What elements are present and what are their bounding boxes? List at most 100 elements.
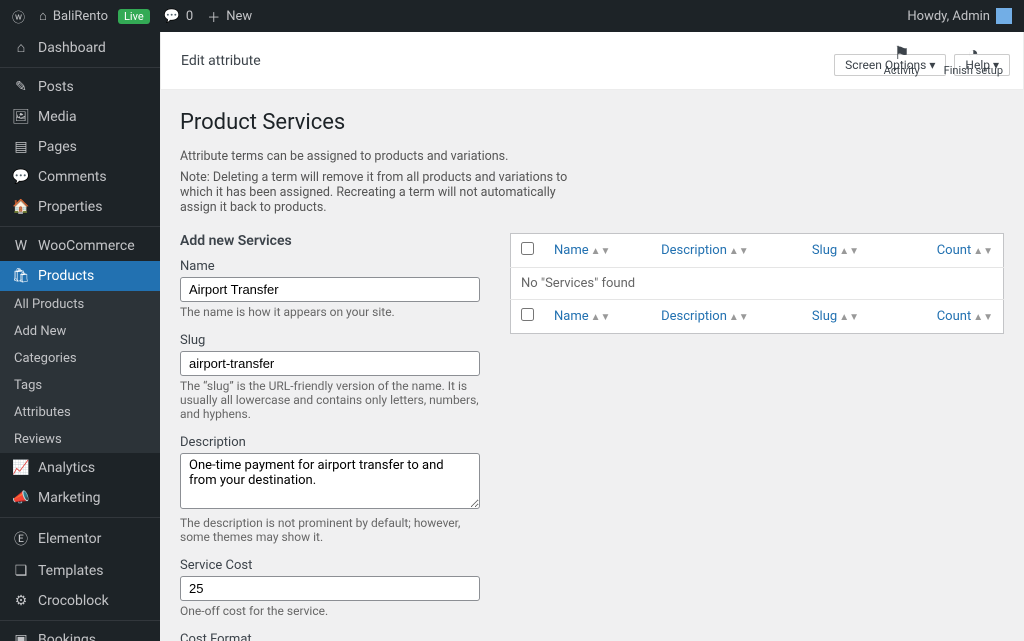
col-count-header[interactable]: Count▲▼ [937, 243, 993, 258]
slug-hint: The “slug” is the URL-friendly version o… [180, 379, 480, 421]
admin-sidebar: ⌂Dashboard ✎Posts 🖼 Media ▤Pages 💬 Comment… [0, 32, 160, 641]
form-heading: Add new Services [180, 233, 480, 249]
elementor-icon: Ⓔ [12, 529, 30, 549]
sidebar-item-media[interactable]: 🖼 Media [0, 102, 160, 132]
page-header-band: Edit attribute ⚑ Activity ◔ Finish setup [160, 32, 1024, 90]
marketing-icon: 📣 [12, 490, 30, 506]
col-name-footer[interactable]: Name▲▼ [554, 309, 610, 324]
sidebar-products-submenu: All Products Add New Categories Tags Att… [0, 291, 160, 453]
sort-icon: ▲▼ [839, 312, 859, 323]
sidebar-sub-add-new[interactable]: Add New [0, 318, 160, 345]
plus-icon: ＋ [207, 7, 220, 26]
cost-format-label: Cost Format [180, 632, 480, 641]
empty-state-text: No "Services" found [511, 268, 1004, 300]
col-count-footer[interactable]: Count▲▼ [937, 309, 993, 324]
slug-input[interactable] [180, 351, 480, 376]
new-label: New [226, 9, 252, 24]
finish-setup-label: Finish setup [944, 64, 1003, 77]
sidebar-item-comments[interactable]: 💬 Comments [0, 162, 160, 192]
sidebar-item-dashboard[interactable]: ⌂Dashboard [0, 32, 160, 63]
sort-icon: ▲▼ [591, 246, 611, 257]
sidebar-label: Comments [38, 169, 107, 185]
description-textarea[interactable]: One-time payment for airport transfer to… [180, 453, 480, 509]
sidebar-label: Properties [38, 199, 102, 215]
site-name-link[interactable]: ⌂BaliRentoLive [39, 8, 150, 24]
name-label: Name [180, 259, 480, 274]
admin-bar: ⓦ ⌂BaliRentoLive 💬0 ＋New Howdy, Admin [0, 0, 1024, 32]
sidebar-sub-reviews[interactable]: Reviews [0, 426, 160, 453]
breadcrumb-title: Edit attribute [181, 53, 261, 69]
service-cost-label: Service Cost [180, 558, 480, 573]
intro-text: Attribute terms can be assigned to produ… [180, 149, 580, 164]
sidebar-item-pages[interactable]: ▤Pages [0, 132, 160, 162]
col-slug-footer[interactable]: Slug▲▼ [812, 309, 859, 324]
sidebar-item-analytics[interactable]: 📈 Analytics [0, 453, 160, 483]
sort-icon: ▲▼ [973, 312, 993, 323]
home-icon: ⌂ [39, 8, 47, 24]
sidebar-item-bookings[interactable]: ▣ Bookings [0, 625, 160, 641]
sidebar-label: Templates [38, 563, 104, 579]
sidebar-item-woocommerce[interactable]: W WooCommerce [0, 231, 160, 261]
sidebar-label: Products [38, 268, 94, 284]
comments-icon: 💬 [12, 169, 30, 185]
sidebar-label: Bookings [38, 632, 96, 641]
finish-setup-button[interactable]: ◔ Finish setup [944, 44, 1003, 77]
description-label: Description [180, 435, 480, 450]
wp-logo-link[interactable]: ⓦ [12, 7, 25, 26]
bookings-icon: ▣ [12, 632, 30, 641]
sidebar-label: Crocoblock [38, 593, 109, 609]
sidebar-sub-attributes[interactable]: Attributes [0, 399, 160, 426]
col-description-footer[interactable]: Description▲▼ [661, 309, 749, 324]
col-slug-header[interactable]: Slug▲▼ [812, 243, 859, 258]
select-all-checkbox-bottom[interactable] [521, 308, 534, 321]
sidebar-label: WooCommerce [38, 238, 135, 254]
sort-icon: ▲▼ [729, 312, 749, 323]
activity-label: Activity [884, 64, 920, 77]
name-hint: The name is how it appears on your site. [180, 305, 480, 319]
col-name-header[interactable]: Name▲▼ [554, 243, 610, 258]
comment-icon: 💬 [164, 9, 180, 24]
templates-icon: ❏ [12, 563, 30, 579]
sidebar-item-templates[interactable]: ❏ Templates [0, 556, 160, 586]
media-icon: 🖼 [12, 109, 30, 125]
sidebar-sub-all-products[interactable]: All Products [0, 291, 160, 318]
service-cost-input[interactable] [180, 576, 480, 601]
properties-icon: 🏠 [12, 199, 30, 215]
sidebar-item-crocoblock[interactable]: ⚙ Crocoblock [0, 586, 160, 616]
sidebar-item-posts[interactable]: ✎Posts [0, 72, 160, 102]
sidebar-sub-tags[interactable]: Tags [0, 372, 160, 399]
products-icon: 🛍 [12, 268, 30, 284]
sidebar-item-products[interactable]: 🛍 Products [0, 261, 160, 291]
page-title: Product Services [180, 110, 1004, 135]
crocoblock-icon: ⚙ [12, 593, 30, 609]
sort-icon: ▲▼ [973, 246, 993, 257]
sidebar-sub-categories[interactable]: Categories [0, 345, 160, 372]
comments-count: 0 [186, 9, 193, 24]
sidebar-item-properties[interactable]: 🏠 Properties [0, 192, 160, 222]
sidebar-label: Media [38, 109, 77, 125]
account-link[interactable]: Howdy, Admin [907, 8, 1012, 24]
sidebar-item-marketing[interactable]: 📣 Marketing [0, 483, 160, 513]
pages-icon: ▤ [12, 139, 30, 155]
dashboard-icon: ⌂ [12, 39, 30, 56]
sidebar-label: Marketing [38, 490, 101, 506]
select-all-checkbox-top[interactable] [521, 242, 534, 255]
col-description-header[interactable]: Description▲▼ [661, 243, 749, 258]
sidebar-label: Elementor [38, 531, 101, 547]
sort-icon: ▲▼ [729, 246, 749, 257]
new-content-link[interactable]: ＋ New [207, 7, 252, 26]
sidebar-label: Analytics [38, 460, 95, 476]
service-cost-hint: One-off cost for the service. [180, 604, 480, 618]
greeting-text: Howdy, Admin [907, 9, 990, 24]
name-input[interactable] [180, 277, 480, 302]
progress-icon: ◔ [944, 44, 1003, 64]
slug-label: Slug [180, 333, 480, 348]
sort-icon: ▲▼ [591, 312, 611, 323]
activity-button[interactable]: ⚑ Activity [884, 44, 920, 77]
comments-bubble[interactable]: 💬0 [164, 9, 194, 24]
woocommerce-icon: W [12, 238, 30, 254]
analytics-icon: 📈 [12, 460, 30, 476]
note-text: Note: Deleting a term will remove it fro… [180, 170, 580, 215]
sidebar-item-elementor[interactable]: Ⓔ Elementor [0, 522, 160, 556]
live-badge: Live [118, 9, 150, 24]
